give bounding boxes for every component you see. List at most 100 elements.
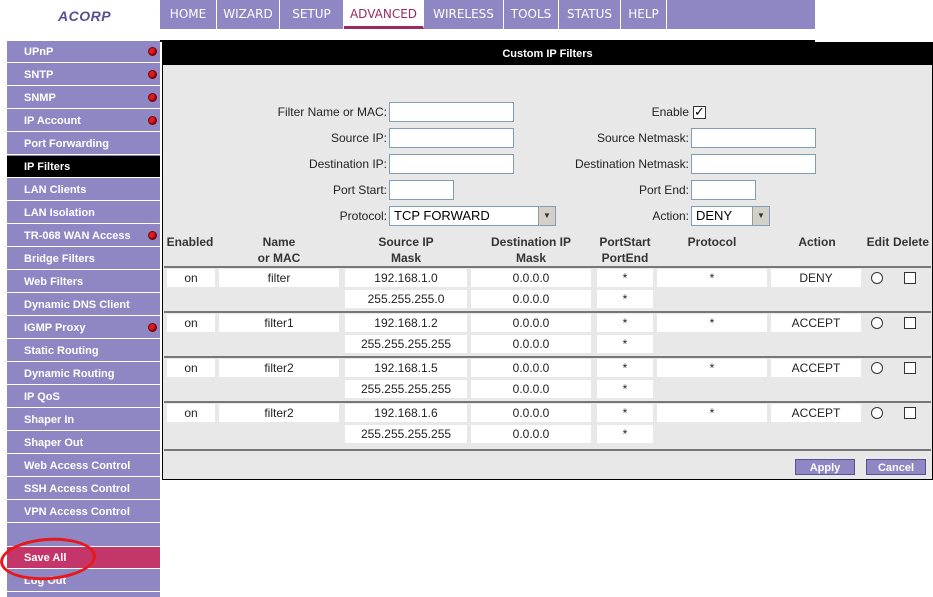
- cell-enabled: on: [167, 404, 215, 422]
- sidebar-item-label: Web Filters: [24, 276, 84, 288]
- sidebar-item-bridge-filters[interactable]: Bridge Filters: [7, 248, 160, 270]
- tab-wizard[interactable]: WIZARD: [217, 0, 280, 29]
- sidebar-save-all-button[interactable]: Save All: [7, 547, 160, 569]
- edit-radio[interactable]: [871, 407, 883, 419]
- status-dot-icon: [148, 70, 157, 79]
- source-netmask-label: Source Netmask:: [596, 131, 689, 145]
- sidebar-item-dynamic-routing[interactable]: Dynamic Routing: [7, 363, 160, 385]
- sidebar-spacer: [7, 524, 160, 547]
- cell-port-end: *: [597, 380, 653, 398]
- chevron-down-icon[interactable]: ▼: [752, 207, 769, 225]
- sidebar-item-label: VPN Access Control: [24, 506, 130, 518]
- tab-advanced[interactable]: ADVANCED: [344, 0, 424, 29]
- sidebar-item-web-access-control[interactable]: Web Access Control: [7, 455, 160, 477]
- cancel-button[interactable]: Cancel: [866, 459, 926, 475]
- sidebar-item-dynamic-dns-client[interactable]: Dynamic DNS Client: [7, 294, 160, 316]
- sidebar-item-igmp-proxy[interactable]: IGMP Proxy: [7, 317, 160, 339]
- row-divider: [164, 266, 931, 268]
- delete-checkbox[interactable]: [904, 317, 916, 329]
- sidebar-item-ip-qos[interactable]: IP QoS: [7, 386, 160, 408]
- sidebar-item-label: TR-068 WAN Access: [24, 230, 131, 242]
- port-end-input[interactable]: [691, 180, 756, 200]
- sidebar-item-label: Dynamic Routing: [24, 368, 115, 380]
- destination-netmask-input[interactable]: [691, 154, 816, 174]
- tab-home[interactable]: HOME: [160, 0, 217, 29]
- cell-src-mask: 255.255.255.255: [345, 425, 467, 443]
- cell-dst-mask: 0.0.0.0: [471, 290, 591, 308]
- sidebar-item-label: IP QoS: [24, 391, 60, 403]
- chevron-down-icon[interactable]: ▼: [538, 207, 555, 225]
- filter-name-input[interactable]: [389, 102, 514, 122]
- sidebar-item-snmp[interactable]: SNMP: [7, 87, 160, 109]
- sidebar-item-label: Static Routing: [24, 345, 99, 357]
- cell-src-mask: 255.255.255.255: [345, 380, 467, 398]
- enable-checkbox[interactable]: ✓: [693, 105, 706, 119]
- sidebar-item-port-forwarding[interactable]: Port Forwarding: [7, 133, 160, 155]
- cell-enabled: on: [167, 359, 215, 377]
- sidebar-item-tr-068-wan-access[interactable]: TR-068 WAN Access: [7, 225, 160, 247]
- sidebar-item-ip-filters[interactable]: IP Filters: [7, 156, 160, 178]
- apply-button[interactable]: Apply: [795, 459, 855, 475]
- cell-enabled: on: [167, 269, 215, 287]
- cell-dst-mask: 0.0.0.0: [471, 335, 591, 353]
- cell-protocol: *: [657, 314, 767, 332]
- status-dot-icon: [148, 93, 157, 102]
- brand-logo[interactable]: ACORP: [0, 0, 160, 36]
- cell-protocol: *: [657, 404, 767, 422]
- sidebar-item-sntp[interactable]: SNTP: [7, 64, 160, 86]
- sidebar-item-vpn-access-control[interactable]: VPN Access Control: [7, 501, 160, 523]
- sidebar-log-out-button[interactable]: Log Out: [7, 570, 160, 592]
- sidebar-item-label: SSH Access Control: [24, 483, 130, 495]
- delete-checkbox[interactable]: [904, 272, 916, 284]
- header-port-end: PortEnd: [601, 251, 649, 265]
- sidebar-item-label: Port Forwarding: [24, 138, 109, 150]
- cell-action: ACCEPT: [771, 404, 861, 422]
- cell-port-start: *: [597, 269, 653, 287]
- tab-setup[interactable]: SETUP: [280, 0, 344, 29]
- sidebar-item-ssh-access-control[interactable]: SSH Access Control: [7, 478, 160, 500]
- sidebar-item-web-filters[interactable]: Web Filters: [7, 271, 160, 293]
- status-dot-icon: [148, 116, 157, 125]
- footer-divider: [164, 449, 931, 451]
- cell-src-ip: 192.168.1.0: [345, 269, 467, 287]
- sidebar-item-lan-clients[interactable]: LAN Clients: [7, 179, 160, 201]
- edit-radio[interactable]: [871, 362, 883, 374]
- protocol-select[interactable]: TCP FORWARD ▼: [389, 206, 556, 226]
- cell-protocol: *: [657, 359, 767, 377]
- port-start-label: Port Start:: [332, 183, 387, 197]
- sidebar-item-shaper-out[interactable]: Shaper Out: [7, 432, 160, 454]
- sidebar-item-label: IGMP Proxy: [24, 322, 86, 334]
- sidebar-item-ip-account[interactable]: IP Account: [7, 110, 160, 132]
- sidebar-item-static-routing[interactable]: Static Routing: [7, 340, 160, 362]
- sidebar: UPnP SNTP SNMP IP Account Port Forwarding IP …: [7, 41, 160, 597]
- sidebar-item-label: SNMP: [24, 92, 56, 104]
- sidebar-item-label: Dynamic DNS Client: [24, 299, 130, 311]
- cell-action: DENY: [771, 269, 861, 287]
- edit-radio[interactable]: [871, 272, 883, 284]
- sidebar-item-label: Shaper Out: [24, 437, 84, 449]
- port-end-label: Port End:: [638, 183, 689, 197]
- sidebar-item-lan-isolation[interactable]: LAN Isolation: [7, 202, 160, 224]
- port-start-input[interactable]: [389, 180, 454, 200]
- tab-status[interactable]: STATUS: [559, 0, 621, 29]
- source-ip-input[interactable]: [389, 128, 514, 148]
- tab-tools[interactable]: TOOLS: [504, 0, 559, 29]
- status-dot-icon: [148, 231, 157, 240]
- edit-radio[interactable]: [871, 317, 883, 329]
- sidebar-item-upnp[interactable]: UPnP: [7, 41, 160, 63]
- tab-help[interactable]: HELP: [621, 0, 667, 29]
- sidebar-item-label: Shaper In: [24, 414, 75, 426]
- top-nav-underline: [160, 30, 815, 42]
- tab-wireless[interactable]: WIRELESS: [424, 0, 504, 29]
- header-name-sub: or MAC: [257, 251, 301, 265]
- action-select[interactable]: DENY ▼: [691, 206, 770, 226]
- sidebar-item-shaper-in[interactable]: Shaper In: [7, 409, 160, 431]
- header-source-mask: Mask: [390, 251, 422, 265]
- destination-ip-input[interactable]: [389, 154, 514, 174]
- cell-name: filter2: [219, 359, 339, 377]
- header-delete: Delete: [892, 235, 930, 249]
- delete-checkbox[interactable]: [904, 362, 916, 374]
- row-divider: [164, 401, 931, 403]
- delete-checkbox[interactable]: [904, 407, 916, 419]
- source-netmask-input[interactable]: [691, 128, 816, 148]
